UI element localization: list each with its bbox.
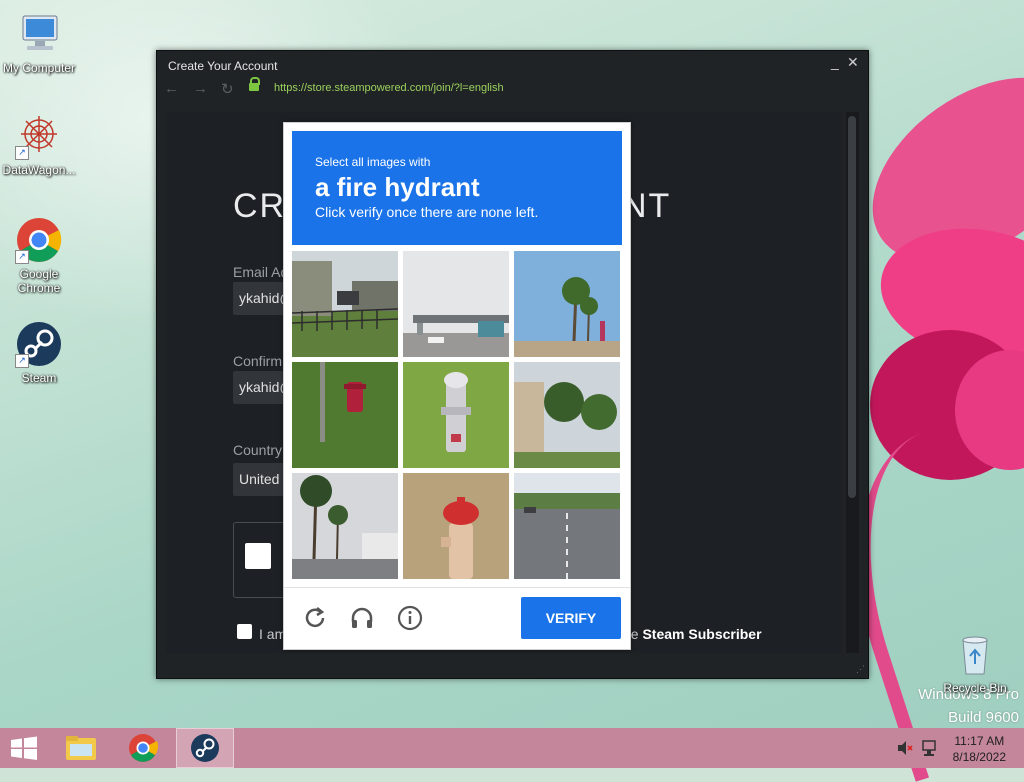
resize-grip-icon[interactable]: ⋰ [856,664,865,675]
audio-challenge-icon[interactable] [349,605,375,631]
computer-icon [15,10,63,58]
taskbar-steam[interactable] [176,728,234,768]
datawagon-icon: ↗ [15,112,63,160]
clock-date: 8/18/2022 [952,750,1006,764]
email-label: Email Ad [233,264,289,280]
chrome-icon [129,734,159,762]
desktop-icon-label: Google Chrome [17,267,61,295]
desktop-icon-steam[interactable]: ↗ Steam [0,320,78,385]
navigation-bar: ← → ↻ https://store.steampowered.com/joi… [157,77,868,101]
captcha-divider [284,587,630,588]
network-icon[interactable] [920,728,940,768]
confirm-email-label: Confirm [233,353,283,369]
agree-text-right: he Steam Subscriber [623,626,762,642]
captcha-tile-street-palms[interactable] [292,473,398,579]
desktop-icon-google-chrome[interactable]: ↗ Google Chrome [0,216,78,295]
desktop-icon-recycle-bin[interactable]: Recycle Bin [936,630,1014,695]
shortcut-arrow-icon: ↗ [15,354,29,368]
captcha-tile-red-hydrant[interactable] [292,362,398,468]
taskbar: 11:17 AM 8/18/2022 [0,728,1024,768]
info-icon[interactable] [397,605,423,631]
captcha-tile-overpass[interactable] [403,251,509,357]
captcha-prompt-line3: Click verify once there are none left. [315,204,539,220]
recycle-bin-icon [951,630,999,678]
desktop-icon-datawagon[interactable]: ↗ DataWagon... [0,112,78,177]
captcha-tile-fence-trees[interactable] [292,251,398,357]
agree-checkbox[interactable] [237,624,252,639]
steam-icon: ↗ [15,320,63,368]
captcha-challenge-dialog: Select all images with a fire hydrant Cl… [283,122,631,650]
recaptcha-checkbox[interactable] [245,543,271,569]
address-url[interactable]: https://store.steampowered.com/join/?l=e… [274,82,504,94]
forward-arrow-icon[interactable]: → [193,80,208,97]
minimize-button[interactable]: _ [831,54,839,70]
windows-logo-icon [11,736,37,760]
volume-muted-icon[interactable] [896,728,914,768]
captcha-tile-palm-trees[interactable] [514,251,620,357]
shortcut-arrow-icon: ↗ [15,146,29,160]
captcha-image-grid [292,251,622,581]
windows-build-watermark: Build 9600 [948,709,1019,726]
system-clock[interactable]: 11:17 AM 8/18/2022 [953,733,1006,765]
steam-subscriber-link[interactable]: Steam Subscriber [642,626,761,642]
start-button[interactable] [6,728,42,768]
desktop-icon-label: Steam [21,371,57,385]
page-scrollbar[interactable] [846,112,859,653]
taskbar-file-explorer[interactable] [58,728,104,768]
verify-button[interactable]: VERIFY [521,597,621,639]
back-arrow-icon[interactable]: ← [164,80,179,97]
captcha-tile-silver-hydrant[interactable] [403,362,509,468]
scrollbar-thumb[interactable] [848,116,856,498]
chrome-icon: ↗ [15,216,63,264]
clock-time: 11:17 AM [954,734,1005,748]
captcha-prompt-line1: Select all images with [315,155,431,169]
window-title: Create Your Account [168,59,278,73]
steam-icon [191,734,219,762]
country-label: Country [233,442,283,458]
lock-icon [249,77,260,91]
desktop-icon-my-computer[interactable]: My Computer [0,10,78,75]
captcha-tile-house-palms[interactable] [514,362,620,468]
desktop-icon-label: Recycle Bin [943,681,1007,695]
captcha-tile-red-cap-hydrant[interactable] [403,473,509,579]
taskbar-chrome[interactable] [117,728,169,768]
captcha-tile-road[interactable] [514,473,620,579]
reload-icon[interactable]: ↻ [221,80,234,98]
reload-challenge-icon[interactable] [302,605,328,631]
desktop-icon-label: DataWagon... [2,163,76,177]
close-button[interactable]: ✕ [847,54,859,71]
shortcut-arrow-icon: ↗ [15,250,29,264]
captcha-target-object: a fire hydrant [315,172,480,202]
captcha-instructions: Select all images with a fire hydrant Cl… [292,131,622,245]
desktop-icon-label: My Computer [2,61,76,75]
folder-icon [66,736,96,760]
